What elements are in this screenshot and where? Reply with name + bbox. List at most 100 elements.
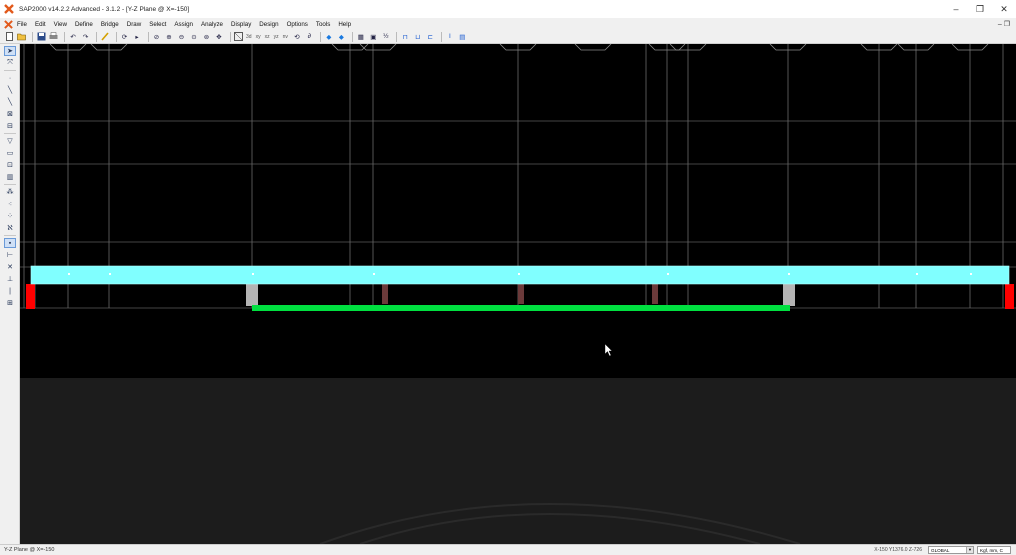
chevron-down-icon[interactable]: ▼ (966, 547, 973, 553)
snap-points-icon[interactable]: ▪ (4, 238, 16, 248)
menu-draw[interactable]: Draw (127, 21, 141, 28)
mouse-cursor-icon (604, 343, 613, 357)
draw-section-cut-icon[interactable]: ⊟ (4, 121, 16, 131)
view-status-label: Y-Z Plane @ X=-150 (4, 547, 55, 553)
reshape-icon[interactable]: ⤧ (4, 58, 16, 68)
view-yz-label[interactable]: yz (274, 34, 279, 40)
menu-bar: File Edit View Define Bridge Draw Select… (0, 18, 1016, 30)
left-pier (246, 284, 258, 306)
maximize-button[interactable]: ❐ (968, 0, 992, 18)
clear-selection-icon[interactable]: ℵ (4, 223, 16, 233)
save-icon[interactable] (36, 32, 46, 42)
toolbar-separator (4, 235, 16, 236)
toolbar-separator (319, 31, 321, 42)
menu-help[interactable]: Help (338, 21, 351, 28)
coord-system-select[interactable]: GLOBAL ▼ (928, 546, 974, 554)
open-icon[interactable] (17, 32, 27, 42)
select-intersect-icon[interactable]: ⁂ (4, 187, 16, 197)
shrink-icon[interactable]: ½ (381, 32, 391, 42)
view-nv-label[interactable]: nv (283, 34, 288, 40)
snap-perpendicular-icon[interactable]: ⊥ (4, 274, 16, 284)
quick-draw-brace-icon[interactable]: ⊠ (4, 109, 16, 119)
zoom-previous-icon[interactable]: ⊙ (189, 32, 199, 42)
app-logo-icon[interactable] (4, 4, 14, 14)
undo-icon[interactable]: ↶ (68, 32, 78, 42)
print-icon[interactable] (49, 32, 59, 42)
menu-design[interactable]: Design (259, 21, 278, 28)
display-options-icon[interactable]: ▣ (368, 32, 378, 42)
move-up-icon[interactable]: ◆ (324, 32, 334, 42)
toolbar-separator (229, 31, 231, 42)
minimize-button[interactable]: – (944, 0, 968, 18)
menu-bridge[interactable]: Bridge (101, 21, 119, 28)
quick-draw-area-icon[interactable]: ⊡ (4, 160, 16, 170)
snap-fine-grid-icon[interactable]: ⊞ (4, 298, 16, 308)
snap-ends-icon[interactable]: ⊢ (4, 250, 16, 260)
toolbar-separator (440, 31, 442, 42)
table-icon[interactable]: ▤ (457, 32, 467, 42)
menu-select[interactable]: Select (149, 21, 166, 28)
view-xz-label[interactable]: xz (265, 34, 270, 40)
draw-frame-icon[interactable]: ╲ (4, 85, 16, 95)
select-all-icon[interactable]: ⁖ (4, 199, 16, 209)
menu-assign[interactable]: Assign (174, 21, 193, 28)
restore-selection-icon[interactable]: ⁘ (4, 211, 16, 221)
run-icon[interactable]: ▸ (132, 32, 142, 42)
close-button[interactable]: ✕ (992, 0, 1016, 18)
view-xy-label[interactable]: xy (256, 34, 261, 40)
toolbar-separator (32, 31, 33, 42)
deformed-shape-icon[interactable]: ⊔ (413, 32, 423, 42)
pan-icon[interactable]: ✥ (214, 32, 224, 42)
document-icon[interactable] (4, 19, 13, 29)
left-toolbar: ➤ ⤧ · ╲ ╲ ⊠ ⊟ ▽ ▭ ⊡ ▥ ⁂ ⁖ ⁘ ℵ ▪ ⊢ ✕ ⊥ | … (0, 44, 20, 544)
post-3 (652, 284, 658, 304)
status-bar: Y-Z Plane @ X=-150 X-150 Y1376.0 Z-726 G… (0, 544, 1016, 555)
section-cut-icon[interactable]: I (445, 32, 455, 42)
perspective-icon[interactable]: ∂ (304, 32, 314, 42)
menu-define[interactable]: Define (75, 21, 93, 28)
draw-solid-icon[interactable]: ▥ (4, 172, 16, 182)
grid-icon[interactable]: ▦ (356, 32, 366, 42)
document-window-controls[interactable]: – ❐ (998, 20, 1010, 28)
new-icon[interactable] (4, 32, 14, 42)
draw-joint-icon[interactable]: · (4, 73, 16, 83)
rubber-band-zoom-icon[interactable]: ⊘ (152, 32, 162, 42)
draw-poly-area-icon[interactable]: ▽ (4, 136, 16, 146)
toolbar-separator (4, 184, 16, 185)
lower-panel (20, 378, 1016, 544)
3d-view-icon[interactable] (234, 32, 244, 42)
units-select[interactable]: Kgf, mm, C (977, 546, 1011, 554)
draw-rect-area-icon[interactable]: ▭ (4, 148, 16, 158)
redo-icon[interactable]: ↷ (81, 32, 91, 42)
snap-intersection-icon[interactable]: ✕ (4, 262, 16, 272)
main-toolbar: ↶ ↷ ⟳ ▸ ⊘ ⊕ ⊖ ⊙ ⊚ ✥ 3d xy xz yz nv ⟲ ∂ ◆… (0, 30, 1016, 44)
zoom-out-icon[interactable]: ⊖ (177, 32, 187, 42)
menu-analyze[interactable]: Analyze (201, 21, 223, 28)
menu-options[interactable]: Options (287, 21, 308, 28)
menu-display[interactable]: Display (231, 21, 251, 28)
view-3d-label[interactable]: 3d (246, 34, 252, 40)
toolbar-separator (4, 70, 16, 71)
quick-draw-frame-icon[interactable]: ╲ (4, 97, 16, 107)
pointer-icon[interactable]: ➤ (4, 46, 16, 56)
menu-view[interactable]: View (54, 21, 67, 28)
refresh-icon[interactable]: ⟳ (120, 32, 130, 42)
green-bottom-member (252, 305, 790, 311)
zoom-all-icon[interactable]: ⊚ (202, 32, 212, 42)
model-view-canvas[interactable] (20, 44, 1016, 544)
toolbar-separator (96, 31, 97, 42)
menu-file[interactable]: File (17, 21, 27, 28)
toolbar-separator (147, 31, 149, 42)
zoom-in-icon[interactable]: ⊕ (164, 32, 174, 42)
move-down-icon[interactable]: ◆ (336, 32, 346, 42)
window-title: SAP2000 v14.2.2 Advanced - 3.1.2 - [Y-Z … (19, 5, 190, 13)
rotate-view-icon[interactable]: ⟲ (292, 32, 302, 42)
frame-icon[interactable]: ⊓ (400, 32, 410, 42)
menu-edit[interactable]: Edit (35, 21, 46, 28)
model-view-drawing (20, 44, 1016, 544)
snap-lines-icon[interactable]: | (4, 286, 16, 296)
window-controls: – ❐ ✕ (944, 0, 1016, 18)
menu-tools[interactable]: Tools (316, 21, 330, 28)
forces-icon[interactable]: ⊏ (425, 32, 435, 42)
lock-icon[interactable] (100, 32, 110, 42)
